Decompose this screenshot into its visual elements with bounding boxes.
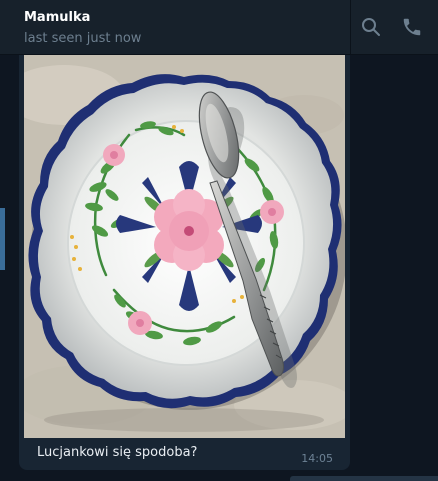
message-caption: Lucjankowi się spodoba? bbox=[37, 445, 198, 460]
message-input-edge[interactable] bbox=[290, 476, 438, 481]
message-photo[interactable] bbox=[24, 55, 345, 438]
message-time: 14:05 bbox=[301, 452, 333, 465]
header-divider bbox=[350, 0, 351, 54]
chat-title[interactable]: Mamulka bbox=[24, 10, 90, 25]
message-bubble[interactable]: Lucjankowi się spodoba? 14:05 bbox=[19, 55, 350, 470]
search-icon[interactable] bbox=[360, 16, 382, 38]
phone-icon[interactable] bbox=[401, 16, 423, 38]
last-seen-status: last seen just now bbox=[24, 31, 142, 46]
chat-header: Mamulka last seen just now bbox=[0, 0, 438, 55]
sidebar-edge-accent bbox=[0, 208, 5, 270]
